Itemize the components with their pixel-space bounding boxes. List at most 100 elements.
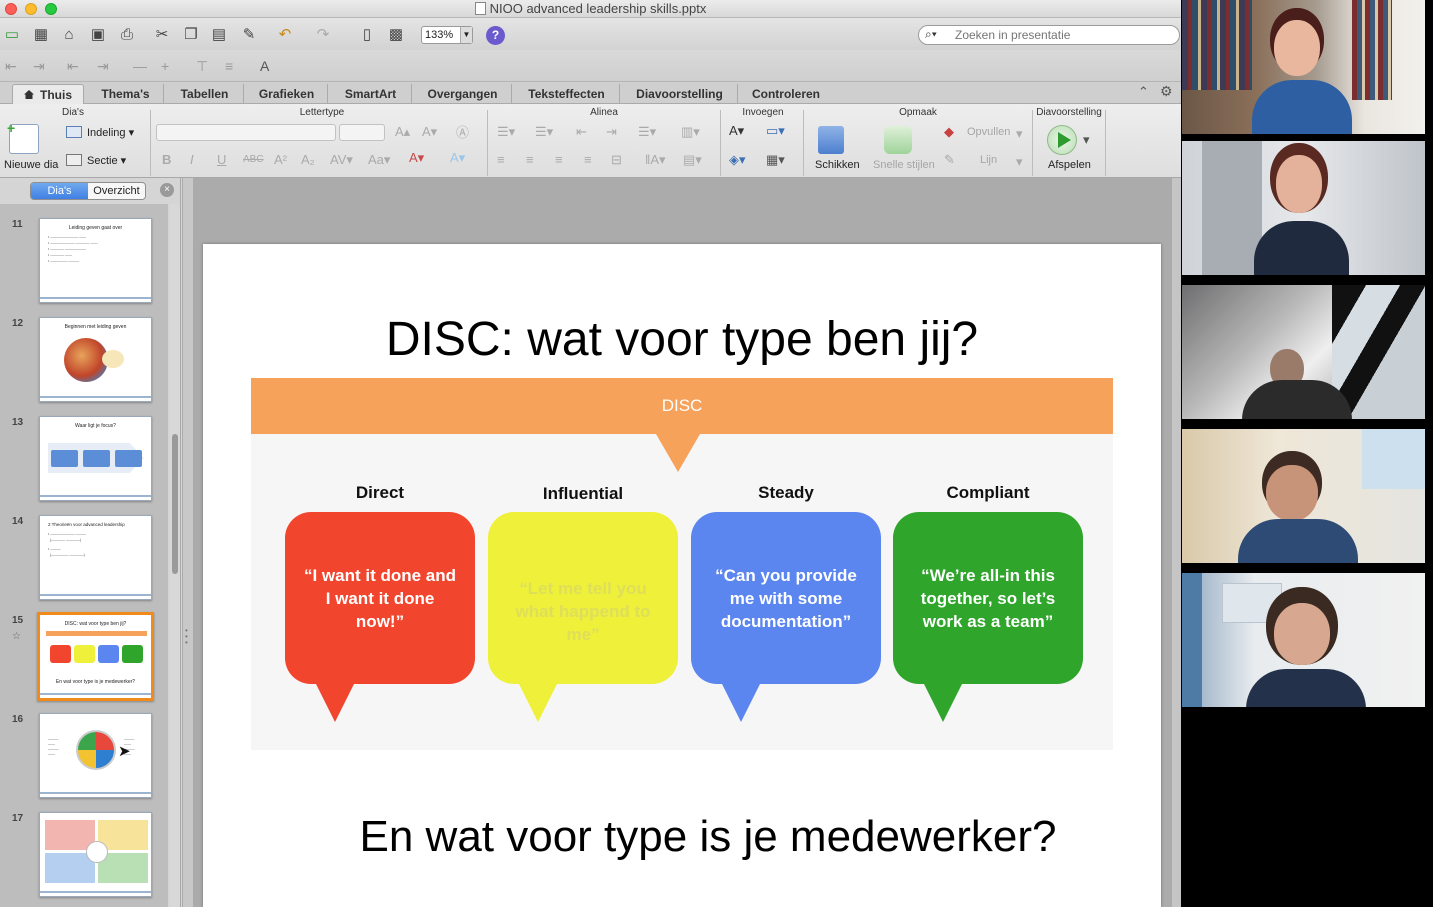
collapse-icon[interactable]: — xyxy=(133,58,147,74)
align-right-icon[interactable]: ≡ xyxy=(555,152,563,167)
font-name-field[interactable] xyxy=(156,124,336,141)
line-spacing-icon[interactable]: ☰▾ xyxy=(638,124,656,140)
bold-icon[interactable]: B xyxy=(162,152,171,167)
quick-styles-button[interactable]: Snelle stijlen xyxy=(873,159,935,171)
templates-icon[interactable]: ▦ xyxy=(30,24,52,44)
redo-icon[interactable]: ↷ xyxy=(312,24,334,44)
help-button[interactable]: ? xyxy=(486,26,505,45)
fill-button[interactable]: Opvullen xyxy=(967,126,1010,138)
increase-indent-icon[interactable]: ⇥ xyxy=(606,124,617,140)
new-slide-icon[interactable]: + xyxy=(7,120,39,154)
tab-outline[interactable]: Overzicht xyxy=(88,183,145,199)
new-document-icon[interactable]: ▭ xyxy=(1,24,23,44)
italic-icon[interactable]: I xyxy=(190,152,194,167)
save-icon[interactable]: ▣ xyxy=(87,24,109,44)
align-top-icon[interactable]: ⊤ xyxy=(196,58,208,75)
current-slide[interactable]: DISC: wat voor type ben jij? DISC Direct… xyxy=(203,244,1161,907)
slide-thumbnail-selected[interactable]: DISC: wat voor type ben jij? En wat voor… xyxy=(37,612,154,701)
slide-subtitle[interactable]: En wat voor type is je medewerker? xyxy=(203,812,1181,862)
zoom-select[interactable]: 133% ▼ xyxy=(421,26,473,44)
slide-thumbnail[interactable]: ——— —— ——— —— ——— —— ——— —— xyxy=(39,713,152,798)
layout-button[interactable]: Indeling ▾ xyxy=(66,126,134,139)
text-direction-icon[interactable]: ‖A▾ xyxy=(645,152,666,168)
superscript-icon[interactable]: A² xyxy=(274,152,287,167)
chevron-down-icon[interactable]: ▾ xyxy=(1083,132,1090,148)
search-input[interactable] xyxy=(955,28,1165,42)
align-left-icon[interactable]: ≡ xyxy=(497,152,505,167)
open-icon[interactable]: ⌂ xyxy=(58,24,80,44)
section-button[interactable]: Sectie ▾ xyxy=(66,154,126,167)
underline-icon[interactable]: U xyxy=(217,152,226,167)
tab-themas[interactable]: Thema's xyxy=(88,84,164,104)
character-spacing-icon[interactable]: AV▾ xyxy=(330,152,353,168)
bullets-icon[interactable]: ☰▾ xyxy=(497,124,515,140)
paste-icon[interactable]: ▤ xyxy=(208,24,230,44)
video-tile[interactable] xyxy=(1182,429,1425,563)
shrink-font-icon[interactable]: A▾ xyxy=(422,124,437,140)
new-slide-button[interactable]: Nieuwe dia xyxy=(4,159,58,171)
collapse-ribbon-icon[interactable]: ⌃ xyxy=(1138,84,1149,100)
clear-format-icon[interactable]: Ⓐ xyxy=(456,122,469,141)
slides-panel-scrollbar[interactable] xyxy=(170,204,180,907)
distribute-icon[interactable]: ⊟ xyxy=(611,152,622,168)
search-box[interactable]: ⌕▾ xyxy=(918,25,1180,45)
subscript-icon[interactable]: A₂ xyxy=(301,152,315,167)
print-icon[interactable]: ⎙ xyxy=(116,24,138,44)
copy-icon[interactable]: ❐ xyxy=(180,24,202,44)
quick-styles-icon[interactable] xyxy=(884,126,912,154)
video-tile[interactable] xyxy=(1182,141,1425,275)
move-down-icon[interactable]: ⇥ xyxy=(97,58,109,75)
cut-icon[interactable]: ✂ xyxy=(151,24,173,44)
scrollbar-thumb[interactable] xyxy=(172,434,178,574)
tab-slides[interactable]: Dia's xyxy=(31,183,88,199)
picture-icon[interactable]: ▭▾ xyxy=(766,123,785,139)
arrange-button[interactable]: Schikken xyxy=(815,159,860,171)
format-painter-icon[interactable]: ✎ xyxy=(238,24,260,44)
tab-controleren[interactable]: Controleren xyxy=(740,84,832,104)
media-icon[interactable]: ▩ xyxy=(385,24,407,44)
tab-diavoorstelling[interactable]: Diavoorstelling xyxy=(622,84,738,104)
tab-overgangen[interactable]: Overgangen xyxy=(414,84,512,104)
slide-title[interactable]: DISC: wat voor type ben jij? xyxy=(203,312,1161,367)
align-center-icon[interactable]: ≡ xyxy=(526,152,534,167)
play-button[interactable]: Afspelen xyxy=(1048,159,1091,171)
video-tile[interactable] xyxy=(1182,285,1425,419)
numbering-icon[interactable]: ☰▾ xyxy=(535,124,553,140)
undo-icon[interactable]: ↶ xyxy=(274,24,296,44)
change-case-icon[interactable]: Aa▾ xyxy=(368,152,390,168)
strikethrough-icon[interactable]: ABC xyxy=(243,154,264,165)
slide-thumbnail[interactable]: 2 Theorieën voor advanced leadership • —… xyxy=(39,515,152,600)
tab-thuis[interactable]: Thuis xyxy=(12,84,84,104)
shapes-icon[interactable]: ◈▾ xyxy=(729,152,746,168)
slide-thumbnail[interactable]: Waar ligt je focus? xyxy=(39,416,152,501)
line-button[interactable]: Lijn xyxy=(980,154,997,166)
text-effects-icon[interactable]: A▾ xyxy=(450,150,465,166)
text-format-icon[interactable]: A xyxy=(260,58,269,74)
play-icon[interactable] xyxy=(1047,125,1077,155)
font-color-icon[interactable]: A▾ xyxy=(409,150,424,166)
expand-icon[interactable]: + xyxy=(161,58,169,74)
text-box-icon[interactable]: A▾ xyxy=(729,123,744,139)
tab-grafieken[interactable]: Grafieken xyxy=(246,84,328,104)
columns-icon[interactable]: ▥▾ xyxy=(681,124,700,140)
slide-view-icon[interactable]: ▯ xyxy=(356,24,378,44)
promote-icon[interactable]: ⇤ xyxy=(5,58,17,75)
video-tile[interactable] xyxy=(1182,0,1425,134)
video-tile[interactable] xyxy=(1182,573,1425,707)
tab-smartart[interactable]: SmartArt xyxy=(330,84,412,104)
gear-icon[interactable]: ⚙ xyxy=(1160,83,1173,100)
media-insert-icon[interactable]: ▦▾ xyxy=(766,152,785,168)
font-size-field[interactable] xyxy=(339,124,385,141)
decrease-indent-icon[interactable]: ⇤ xyxy=(576,124,587,140)
slide-thumbnail[interactable]: Leiding geven gaat over • ———————— —— • … xyxy=(39,218,152,303)
slide-thumbnail[interactable] xyxy=(39,812,152,897)
tab-tabellen[interactable]: Tabellen xyxy=(166,84,244,104)
text-box-align-icon[interactable]: ▤▾ xyxy=(683,152,702,168)
move-up-icon[interactable]: ⇤ xyxy=(67,58,79,75)
editor-scrollbar[interactable] xyxy=(1172,178,1181,907)
align-bottom-icon[interactable]: ≡ xyxy=(225,58,233,74)
grow-font-icon[interactable]: A▴ xyxy=(395,124,410,140)
slide-thumbnail[interactable]: Beginnen met leiding geven xyxy=(39,317,152,402)
arrange-icon[interactable] xyxy=(818,126,844,154)
tab-teksteffecten[interactable]: Teksteffecten xyxy=(514,84,620,104)
